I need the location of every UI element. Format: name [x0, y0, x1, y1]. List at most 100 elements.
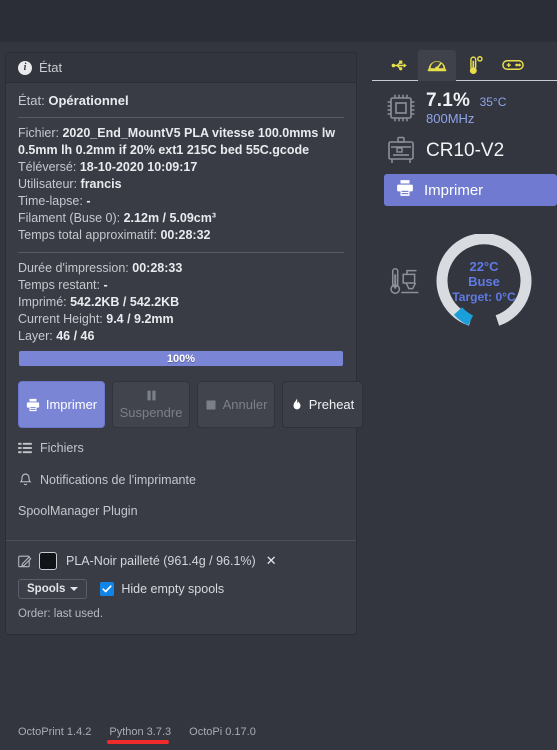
cpu-frequency-value: 800MHz — [426, 111, 475, 126]
user-row: Utilisateur: francis — [18, 176, 344, 193]
printed-row: Imprimé: 542.2KB / 542.2KB — [18, 294, 344, 311]
user-value: francis — [80, 177, 122, 191]
selected-spool-row: PLA-Noir pailleté (961.4g / 96.1%) ✕ — [18, 552, 344, 570]
filament-value: 2.12m / 5.09cm³ — [123, 211, 217, 225]
file-label: Fichier: — [18, 126, 59, 140]
cpu-stats-text: 7.1% 35°C 800MHz — [426, 90, 506, 126]
current-height-value: 9.4 / 9.2mm — [106, 312, 174, 326]
dashboard-gauge-icon — [427, 61, 447, 72]
layer-row: Layer: 46 / 46 — [18, 328, 344, 345]
cpu-usage-value: 7.1% — [426, 90, 471, 111]
printer-icon — [26, 398, 40, 412]
print-time-value: 00:28:33 — [132, 261, 183, 275]
spool-controls: Spools Hide empty spools — [18, 579, 344, 599]
cpu-stats-row: 7.1% 35°C 800MHz — [372, 81, 557, 130]
info-circle-icon: i — [18, 60, 32, 75]
status-panel-body: État: Opérationnel Fichier: 2020_End_Mou… — [6, 83, 363, 538]
uploaded-value: 18-10-2020 10:09:17 — [79, 160, 198, 174]
remove-spool-icon[interactable]: ✕ — [266, 553, 277, 569]
files-link-label: Fichiers — [40, 441, 84, 455]
footer-item-octopi[interactable]: OctoPi 0.17.0 — [189, 726, 256, 738]
hide-empty-spools-label: Hide empty spools — [121, 582, 225, 596]
edit-pencil-icon[interactable] — [18, 554, 32, 568]
spools-dropdown-button[interactable]: Spools — [18, 579, 88, 599]
tab-temperature[interactable] — [456, 50, 494, 81]
total-time-label: Temps total approximatif: — [18, 228, 157, 242]
print-progress-fill: 100% — [19, 351, 343, 366]
layer-value: 46 / 46 — [56, 329, 95, 343]
current-height-row: Current Height: 9.4 / 9.2mm — [18, 311, 344, 328]
total-time-value: 00:28:32 — [160, 228, 211, 242]
timelapse-value: - — [86, 194, 91, 208]
total-time-row: Temps total approximatif: 00:28:32 — [18, 227, 344, 244]
printed-value: 542.2KB / 542.2KB — [70, 295, 180, 309]
pause-button[interactable]: Suspendre — [112, 381, 190, 428]
extruder-thermometer-icon — [384, 263, 430, 301]
tab-control[interactable] — [494, 50, 532, 81]
top-chrome-strip — [0, 0, 557, 42]
chevron-down-icon — [70, 587, 79, 591]
preheat-button[interactable]: Preheat — [282, 381, 363, 428]
timelapse-label: Time-lapse: — [18, 194, 83, 208]
pause-button-label: Suspendre — [119, 405, 183, 420]
stop-square-icon — [205, 399, 217, 411]
cancel-button[interactable]: Annuler — [197, 381, 275, 428]
filament-label: Filament (Buse 0): — [18, 211, 121, 225]
user-label: Utilisateur: — [18, 177, 78, 191]
usb-icon — [391, 60, 407, 70]
pause-icon — [145, 389, 158, 402]
print-progress-label: 100% — [166, 352, 196, 365]
timelapse-row: Time-lapse: - — [18, 193, 344, 210]
printer-icon — [396, 179, 414, 202]
tab-usb[interactable] — [380, 50, 418, 81]
state-row: État: Opérationnel — [18, 92, 344, 117]
printer-profile-row: CR10-V2 — [372, 130, 557, 174]
tool-temperature-gauge: 22°C Buse Target: 0°C — [436, 233, 532, 330]
print-time-label: Durée d'impression: — [18, 261, 129, 275]
dashboard-sidebar: 7.1% 35°C 800MHz CR10-V2 Imprimer 22°C B… — [372, 49, 557, 330]
print-progress-bar: 100% — [18, 350, 344, 367]
hide-empty-spools-checkbox[interactable] — [100, 582, 115, 596]
status-panel: i État État: Opérationnel Fichier: 2020_… — [5, 52, 363, 635]
tab-dashboard[interactable] — [418, 49, 456, 81]
page-title: État — [39, 60, 63, 75]
printer-profile-name: CR10-V2 — [426, 140, 505, 161]
divider-middle — [18, 252, 344, 253]
uploaded-label: Téléversé: — [18, 160, 77, 174]
status-panel-header: i État — [6, 53, 356, 83]
tool-temperature-block: 22°C Buse Target: 0°C — [372, 233, 557, 330]
bell-icon — [18, 473, 32, 487]
sidebar-print-button[interactable]: Imprimer — [384, 174, 557, 206]
spool-name-label: PLA-Noir pailleté (961.4g / 96.1%) — [66, 554, 256, 568]
thermometer-icon — [469, 55, 483, 74]
print-button[interactable]: Imprimer — [18, 381, 105, 428]
printer-profile-icon — [384, 136, 418, 166]
printer-notifications-link[interactable]: Notifications de l'imprimante — [18, 464, 344, 496]
state-label: État: — [18, 93, 45, 108]
spools-dropdown-label: Spools — [27, 583, 66, 595]
printer-notifications-label: Notifications de l'imprimante — [40, 473, 196, 487]
cpu-temperature-value: 35°C — [479, 95, 507, 109]
gamepad-icon — [502, 60, 524, 70]
footer-item-octoprint[interactable]: OctoPrint 1.4.2 — [18, 726, 91, 738]
uploaded-row: Téléversé: 18-10-2020 10:09:17 — [18, 159, 344, 176]
progress-info-group: Durée d'impression: 00:28:33 Temps resta… — [18, 260, 344, 345]
time-left-row: Temps restant: - — [18, 277, 344, 294]
file-row: Fichier: 2020_End_MountV5 PLA vitesse 10… — [18, 125, 344, 159]
job-info-group: Fichier: 2020_End_MountV5 PLA vitesse 10… — [18, 125, 344, 244]
time-left-value: - — [103, 278, 108, 292]
preheat-button-label: Preheat — [308, 397, 355, 412]
divider-top — [18, 117, 344, 118]
cpu-chip-icon — [384, 92, 418, 124]
list-icon — [18, 442, 32, 454]
files-link[interactable]: Fichiers — [18, 432, 344, 464]
time-left-label: Temps restant: — [18, 278, 100, 292]
footer-item-python[interactable]: Python 3.7.3 — [107, 726, 171, 744]
job-action-buttons: Imprimer Suspendre Annuler Preheat — [18, 381, 363, 428]
file-value: 2020_End_MountV5 PLA vitesse 100.0mms lw… — [18, 126, 336, 157]
printed-label: Imprimé: — [18, 295, 67, 309]
cancel-button-label: Annuler — [222, 397, 268, 412]
footer: OctoPrint 1.4.2 Python 3.7.3 OctoPi 0.17… — [0, 726, 557, 744]
print-time-row: Durée d'impression: 00:28:33 — [18, 260, 344, 277]
spoolmanager-plugin-heading: SpoolManager Plugin — [18, 504, 138, 518]
